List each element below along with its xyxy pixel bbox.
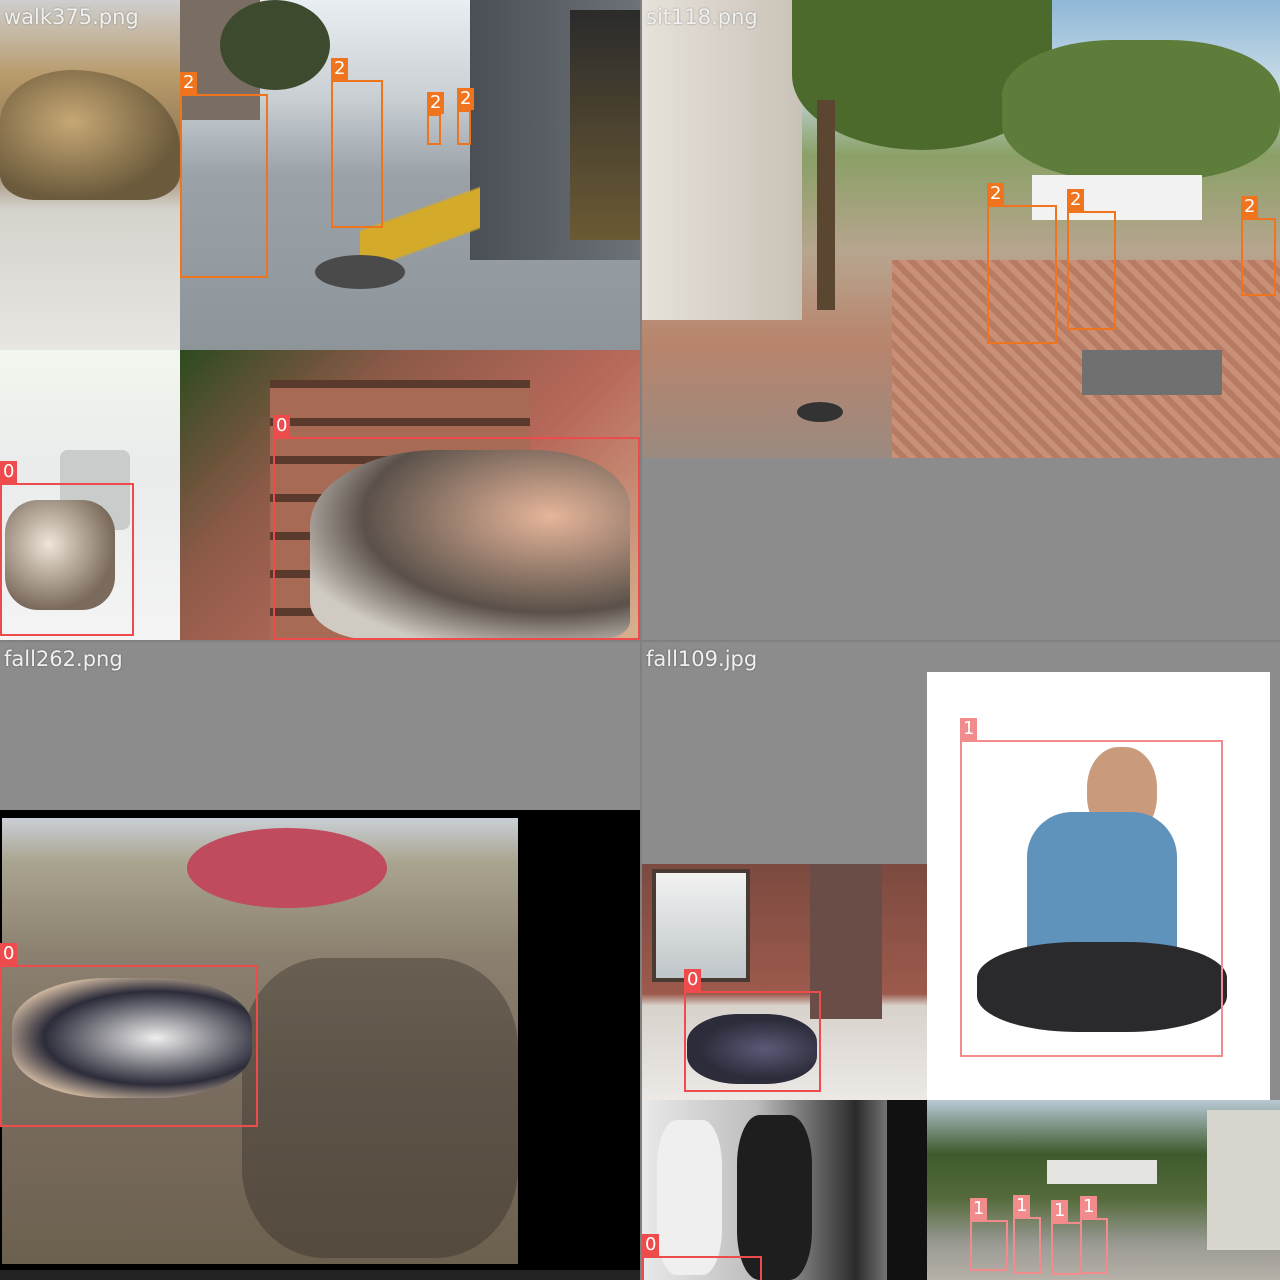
detection-box-fallen-woman: 0 [273,415,640,640]
detection-box-cafe-d: 1 [1080,1196,1108,1274]
detection-label: 1 [1051,1200,1069,1222]
detection-label: 2 [987,183,1005,205]
bottom-strip [0,1270,640,1280]
detection-box-walk-a: 2 [180,72,268,278]
detection-box-walk-d: 2 [457,88,475,145]
mosaic-tile-bottom-right: 0 1 1 1 1 1 0 fall109.jpg [642,642,1280,1280]
tile-filename: fall262.png [4,647,123,671]
detection-box-fallen-child: 0 [0,943,258,1127]
detection-box-walk-b: 2 [331,58,383,228]
palm-trees [1002,40,1280,180]
tile-filename: fall109.jpg [646,647,758,671]
detection-label: 2 [331,58,349,80]
detection-label: 1 [960,718,978,740]
detection-box-walk-c: 2 [427,92,445,145]
detection-label: 0 [684,969,702,991]
shadow-patch [242,958,518,1258]
tile-filename: walk375.png [4,5,139,29]
building-right [1207,1110,1280,1250]
detection-box-cafe-a: 1 [970,1198,1008,1271]
window-shape [652,869,750,982]
detection-box-person-right: 2 [1241,196,1276,296]
detection-label: 1 [1013,1195,1031,1217]
building-left [642,0,802,320]
detection-label: 1 [1080,1196,1098,1218]
mosaic-tile-bottom-left: 0 fall262.png [0,642,640,1280]
market-tents [1032,175,1202,220]
detection-box-seated-man: 1 [960,718,1223,1057]
mosaic-tile-top-right: 2 2 2 sit118.png [642,0,1280,640]
tree-shape [220,0,330,90]
manhole-shape [315,255,405,289]
detection-label: 2 [1067,189,1085,211]
detection-label: 1 [970,1198,988,1220]
detection-box-cafe-b: 1 [1013,1195,1041,1274]
detection-label: 0 [0,943,18,965]
detection-box-street-fall: 0 [642,1234,762,1280]
merry-go-round [187,828,387,908]
drain-grate [1082,350,1222,395]
manhole-shape [797,402,843,422]
detection-box-lying-man: 0 [684,969,821,1092]
dark-border [887,1100,927,1280]
photo-beach-street [642,0,1280,458]
tile-filename: sit118.png [646,5,758,29]
detection-label: 2 [427,92,445,114]
detection-label: 2 [457,88,475,110]
detection-box-fallen-man: 0 [0,461,134,636]
poster-shape [570,10,640,240]
photo-ground-blur [0,0,180,350]
detection-label: 2 [1241,196,1259,218]
awning-shape [1047,1160,1157,1184]
photo-street-fall [642,1100,927,1280]
tree-trunk [817,100,835,310]
detection-box-woman-swimsuit: 2 [1067,189,1116,330]
detection-label: 0 [642,1234,660,1256]
detection-label: 2 [180,72,198,94]
shrub-shape [0,70,180,200]
mosaic-tile-top-left: 2 2 2 2 0 0 walk375.png [0,0,640,640]
detection-box-cafe-c: 1 [1051,1200,1082,1275]
detection-label: 0 [273,415,291,437]
detection-box-surfer: 2 [987,183,1057,344]
detection-label: 0 [0,461,18,483]
person-white-coat [657,1120,722,1275]
